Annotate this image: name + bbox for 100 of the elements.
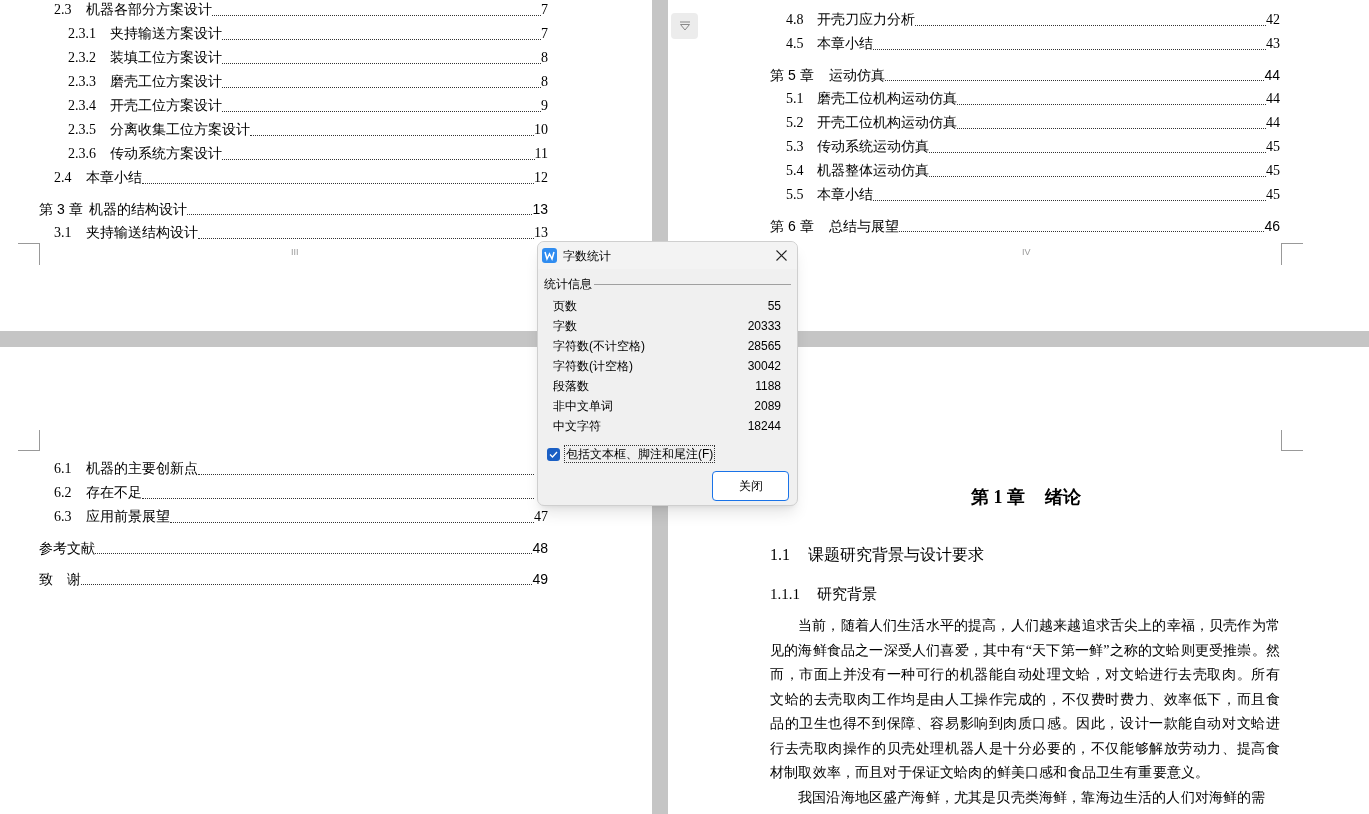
toc-entry-title[interactable]: 总结与展望 bbox=[829, 214, 899, 238]
toc-entry-title[interactable]: 夹持输送方案设计 bbox=[110, 22, 222, 46]
toc-entry-title[interactable]: 运动仿真 bbox=[829, 63, 885, 87]
subsection-heading: 研究背景 bbox=[817, 585, 877, 604]
stat-label: 中文字符 bbox=[553, 418, 601, 435]
toc-entry-title[interactable]: 开壳刀应力分析 bbox=[817, 8, 915, 32]
stat-label: 字数 bbox=[553, 318, 577, 335]
heading-number: 1.1.1 bbox=[770, 585, 801, 604]
toc-number: 5.5 bbox=[786, 186, 805, 204]
page-footer-number: IV bbox=[1022, 246, 1031, 258]
toc-entry-title[interactable]: 装填工位方案设计 bbox=[110, 46, 222, 70]
close-dialog-button[interactable]: 关闭 bbox=[712, 471, 789, 501]
toc-page-number: 10 bbox=[534, 121, 548, 139]
toc-page-number: 44 bbox=[1266, 90, 1280, 108]
stat-label: 非中文单词 bbox=[553, 398, 613, 415]
toc-number: 4.8 bbox=[786, 11, 805, 29]
toc-number: 2.3.2 bbox=[68, 49, 97, 67]
toc-entry-title[interactable]: 本章小结 bbox=[817, 183, 873, 207]
toc-entry-title[interactable]: 致 谢 bbox=[39, 567, 81, 591]
toc-page-number: 46 bbox=[1264, 217, 1280, 236]
toc-page-number: 45 bbox=[1266, 186, 1280, 204]
stat-value: 1188 bbox=[755, 378, 781, 395]
stat-value: 20333 bbox=[747, 318, 781, 335]
crop-mark bbox=[18, 243, 40, 265]
toc-entry-title[interactable]: 磨壳工位机构运动仿真 bbox=[817, 87, 957, 111]
stat-label: 字符数(不计空格) bbox=[553, 338, 645, 355]
toc-number: 2.4 bbox=[54, 169, 73, 187]
toc-page-number: 44 bbox=[1266, 114, 1280, 132]
stat-value: 55 bbox=[767, 298, 781, 315]
toc-entry-title[interactable]: 机器各部分方案设计 bbox=[86, 0, 212, 22]
toc-page-number: 49 bbox=[532, 570, 548, 589]
toc-number: 6.1 bbox=[54, 460, 73, 478]
toc-page-number: 12 bbox=[534, 169, 548, 187]
toc-entry-title[interactable]: 本章小结 bbox=[817, 32, 873, 56]
toc-number: 6.3 bbox=[54, 508, 73, 526]
crop-mark bbox=[18, 430, 40, 451]
body-paragraph: 当前，随着人们生活水平的提高，人们越来越追求舌尖上的幸福，贝壳作为常见的海鲜食品之一深受人们喜爱，其中有“天下第一鲜”之称的文蛤则更受推崇。然而，市面上并没有一种可行的机器能自动处理文蛤，对文蛤进行去壳取肉。所有文蛤的去壳取肉工作均是由人工操作完成的，不仅费时费力、效率低下，而且食品的卫生也得不到保障、容易影响到肉质口感。因此，设计一款能自动对文蛤进行去壳取肉操作的贝壳处理机器人是十分必要的，不仅能够解放劳动力、提高食材制取效率，而且对于保证文蛤肉的鲜美口感和食品卫生有重要意义。 bbox=[770, 617, 1280, 782]
toc-number: 第 3 章 bbox=[39, 200, 84, 219]
close-icon bbox=[775, 250, 787, 261]
toc-page-number: 7 bbox=[541, 1, 548, 19]
toc-entry-title[interactable]: 机器的主要创新点 bbox=[86, 457, 198, 481]
toc-number: 2.3.5 bbox=[68, 121, 97, 139]
toc-entry-title[interactable]: 本章小结 bbox=[86, 166, 142, 190]
toc-page-number: 45 bbox=[1266, 162, 1280, 180]
stat-value: 28565 bbox=[747, 338, 781, 355]
stat-value: 2089 bbox=[754, 398, 781, 415]
page-footer-number: III bbox=[291, 246, 299, 258]
stat-value: 30042 bbox=[747, 358, 781, 375]
toc-entry-title[interactable]: 分离收集工位方案设计 bbox=[110, 118, 250, 142]
checkbox-label[interactable]: 包括文本框、脚注和尾注(F) bbox=[564, 445, 716, 463]
toc-number: 2.3.3 bbox=[68, 73, 97, 91]
toc-number: 5.4 bbox=[786, 162, 805, 180]
toc-page-number: 45 bbox=[1266, 138, 1280, 156]
toc-entry-title[interactable]: 开壳工位方案设计 bbox=[110, 94, 222, 118]
toc-page-number: 8 bbox=[541, 49, 548, 67]
toc-entry-title[interactable]: 机器的结构设计 bbox=[89, 197, 187, 221]
toc-entry-title[interactable]: 夹持输送结构设计 bbox=[86, 221, 198, 245]
toc-entry-title[interactable]: 参考文献 bbox=[39, 536, 95, 560]
toc-number: 2.3.1 bbox=[68, 25, 97, 43]
toc-page-number: 11 bbox=[534, 145, 548, 163]
outline-toggle-button[interactable] bbox=[671, 13, 698, 39]
toc-entry-title[interactable]: 开壳工位机构运动仿真 bbox=[817, 111, 957, 135]
toc-page-number: 7 bbox=[541, 25, 548, 43]
toc-entry-title[interactable]: 机器整体运动仿真 bbox=[817, 159, 929, 183]
toc-number: 5.3 bbox=[786, 138, 805, 156]
toc-page-number: 8 bbox=[541, 73, 548, 91]
toc-number: 第 5 章 bbox=[770, 66, 815, 85]
checkbox[interactable] bbox=[547, 447, 560, 461]
toc-number: 4.5 bbox=[786, 35, 805, 53]
toc-number: 第 6 章 bbox=[770, 217, 815, 236]
toc-page-number: 47 bbox=[534, 508, 548, 526]
toc-entry-title[interactable]: 磨壳工位方案设计 bbox=[110, 70, 222, 94]
chapter-title: 绪论 bbox=[1045, 486, 1081, 509]
toc-page-number: 43 bbox=[1266, 35, 1280, 53]
body-paragraph: 我国沿海地区盛产海鲜，尤其是贝壳类海鲜，靠海边生活的人们对海鲜的需 bbox=[797, 788, 1267, 807]
toc-page-number: 48 bbox=[532, 539, 548, 558]
toc-entry-title[interactable]: 传动系统运动仿真 bbox=[817, 135, 929, 159]
toc-number: 2.3.6 bbox=[68, 145, 97, 163]
toc-entry-title[interactable]: 存在不足 bbox=[86, 481, 142, 505]
toc-number: 5.2 bbox=[786, 114, 805, 132]
crop-mark bbox=[1281, 243, 1303, 265]
stat-label: 段落数 bbox=[553, 378, 589, 395]
triangle-down-icon bbox=[678, 21, 691, 31]
toc-number: 2.3.4 bbox=[68, 97, 97, 115]
toc-entry-title[interactable]: 传动系统方案设计 bbox=[110, 142, 222, 166]
stat-value: 18244 bbox=[747, 418, 781, 435]
toc-number: 2.3 bbox=[54, 1, 73, 19]
toc-page-number: 9 bbox=[541, 97, 548, 115]
section-heading: 课题研究背景与设计要求 bbox=[808, 545, 984, 565]
stat-label: 字符数(计空格) bbox=[553, 358, 633, 375]
stat-label: 页数 bbox=[553, 298, 577, 315]
check-icon bbox=[549, 450, 558, 458]
dialog-title: 字数统计 bbox=[563, 247, 612, 265]
heading-number: 1.1 bbox=[770, 545, 791, 565]
toc-page-number: 44 bbox=[1264, 66, 1280, 85]
toc-page-number: 13 bbox=[532, 200, 548, 219]
chapter-number: 第 1 章 bbox=[971, 486, 1025, 509]
toc-entry-title[interactable]: 应用前景展望 bbox=[86, 505, 170, 529]
crop-mark bbox=[1281, 430, 1303, 451]
toc-page-number: 13 bbox=[534, 224, 548, 242]
